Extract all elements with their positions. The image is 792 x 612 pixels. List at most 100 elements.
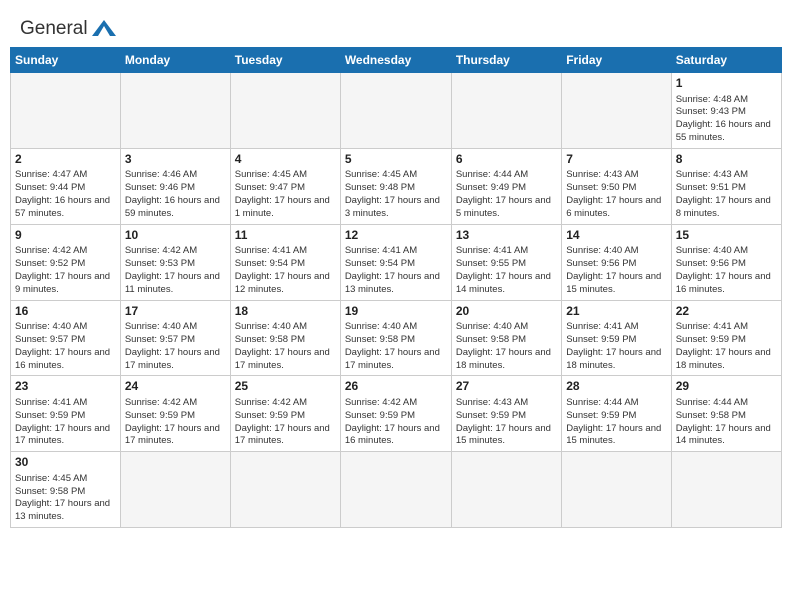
calendar-cell bbox=[230, 73, 340, 149]
day-number: 2 bbox=[15, 152, 116, 168]
weekday-header-wednesday: Wednesday bbox=[340, 48, 451, 73]
day-info: Sunrise: 4:40 AM Sunset: 9:58 PM Dayligh… bbox=[456, 321, 557, 372]
calendar-cell: 7Sunrise: 4:43 AM Sunset: 9:50 PM Daylig… bbox=[562, 148, 671, 224]
calendar-cell: 6Sunrise: 4:44 AM Sunset: 9:49 PM Daylig… bbox=[451, 148, 561, 224]
calendar-week-row: 16Sunrise: 4:40 AM Sunset: 9:57 PM Dayli… bbox=[11, 300, 782, 376]
day-info: Sunrise: 4:40 AM Sunset: 9:56 PM Dayligh… bbox=[676, 245, 777, 296]
day-number: 15 bbox=[676, 228, 777, 244]
day-number: 16 bbox=[15, 304, 116, 320]
day-number: 21 bbox=[566, 304, 666, 320]
day-info: Sunrise: 4:48 AM Sunset: 9:43 PM Dayligh… bbox=[676, 94, 777, 145]
day-number: 27 bbox=[456, 379, 557, 395]
day-info: Sunrise: 4:45 AM Sunset: 9:58 PM Dayligh… bbox=[15, 473, 116, 524]
calendar-cell bbox=[451, 452, 561, 528]
calendar-cell: 1 Sunrise: 4:48 AM Sunset: 9:43 PM Daylig… bbox=[671, 73, 781, 149]
calendar-cell bbox=[562, 452, 671, 528]
calendar-cell: 9Sunrise: 4:42 AM Sunset: 9:52 PM Daylig… bbox=[11, 224, 121, 300]
day-number: 6 bbox=[456, 152, 557, 168]
calendar-cell bbox=[11, 73, 121, 149]
day-number: 30 bbox=[15, 455, 116, 471]
weekday-header-sunday: Sunday bbox=[11, 48, 121, 73]
day-number: 4 bbox=[235, 152, 336, 168]
weekday-header-friday: Friday bbox=[562, 48, 671, 73]
calendar-week-row: 2Sunrise: 4:47 AM Sunset: 9:44 PM Daylig… bbox=[11, 148, 782, 224]
day-info: Sunrise: 4:44 AM Sunset: 9:59 PM Dayligh… bbox=[566, 397, 666, 448]
calendar-cell bbox=[230, 452, 340, 528]
calendar-cell: 8Sunrise: 4:43 AM Sunset: 9:51 PM Daylig… bbox=[671, 148, 781, 224]
day-info: Sunrise: 4:41 AM Sunset: 9:59 PM Dayligh… bbox=[15, 397, 116, 448]
day-info: Sunrise: 4:40 AM Sunset: 9:57 PM Dayligh… bbox=[125, 321, 226, 372]
calendar-cell: 25 Sunrise: 4:42 AM Sunset: 9:59 PM Dayli… bbox=[230, 376, 340, 452]
day-info: Sunrise: 4:42 AM Sunset: 9:53 PM Dayligh… bbox=[125, 245, 226, 296]
calendar-cell bbox=[120, 73, 230, 149]
day-info: Sunrise: 4:40 AM Sunset: 9:58 PM Dayligh… bbox=[235, 321, 336, 372]
day-number: 10 bbox=[125, 228, 226, 244]
day-info: Sunrise: 4:40 AM Sunset: 9:56 PM Dayligh… bbox=[566, 245, 666, 296]
day-number: 7 bbox=[566, 152, 666, 168]
calendar-cell: 18Sunrise: 4:40 AM Sunset: 9:58 PM Dayli… bbox=[230, 300, 340, 376]
calendar-cell: 28Sunrise: 4:44 AM Sunset: 9:59 PM Dayli… bbox=[562, 376, 671, 452]
day-number: 13 bbox=[456, 228, 557, 244]
day-info: Sunrise: 4:44 AM Sunset: 9:58 PM Dayligh… bbox=[676, 397, 777, 448]
day-number: 25 bbox=[235, 379, 336, 395]
calendar-cell: 30 Sunrise: 4:45 AM Sunset: 9:58 PM Dayli… bbox=[11, 452, 121, 528]
calendar-cell: 22Sunrise: 4:41 AM Sunset: 9:59 PM Dayli… bbox=[671, 300, 781, 376]
day-number: 14 bbox=[566, 228, 666, 244]
day-number: 5 bbox=[345, 152, 447, 168]
day-number: 29 bbox=[676, 379, 777, 395]
calendar-cell: 21Sunrise: 4:41 AM Sunset: 9:59 PM Dayli… bbox=[562, 300, 671, 376]
day-number: 9 bbox=[15, 228, 116, 244]
day-info: Sunrise: 4:40 AM Sunset: 9:58 PM Dayligh… bbox=[345, 321, 447, 372]
calendar-cell: 16Sunrise: 4:40 AM Sunset: 9:57 PM Dayli… bbox=[11, 300, 121, 376]
calendar-cell: 2Sunrise: 4:47 AM Sunset: 9:44 PM Daylig… bbox=[11, 148, 121, 224]
calendar-cell: 4Sunrise: 4:45 AM Sunset: 9:47 PM Daylig… bbox=[230, 148, 340, 224]
calendar-cell: 10Sunrise: 4:42 AM Sunset: 9:53 PM Dayli… bbox=[120, 224, 230, 300]
day-number: 8 bbox=[676, 152, 777, 168]
day-number: 1 bbox=[676, 76, 777, 92]
calendar-cell: 12Sunrise: 4:41 AM Sunset: 9:54 PM Dayli… bbox=[340, 224, 451, 300]
day-info: Sunrise: 4:41 AM Sunset: 9:54 PM Dayligh… bbox=[345, 245, 447, 296]
day-info: Sunrise: 4:43 AM Sunset: 9:51 PM Dayligh… bbox=[676, 169, 777, 220]
calendar-cell: 27 Sunrise: 4:43 AM Sunset: 9:59 PM Dayli… bbox=[451, 376, 561, 452]
day-info: Sunrise: 4:44 AM Sunset: 9:49 PM Dayligh… bbox=[456, 169, 557, 220]
calendar-cell: 23 Sunrise: 4:41 AM Sunset: 9:59 PM Dayli… bbox=[11, 376, 121, 452]
page-header: General bbox=[10, 10, 782, 41]
day-info: Sunrise: 4:43 AM Sunset: 9:50 PM Dayligh… bbox=[566, 169, 666, 220]
day-info: Sunrise: 4:43 AM Sunset: 9:59 PM Dayligh… bbox=[456, 397, 557, 448]
calendar-cell: 14Sunrise: 4:40 AM Sunset: 9:56 PM Dayli… bbox=[562, 224, 671, 300]
day-number: 24 bbox=[125, 379, 226, 395]
day-number: 22 bbox=[676, 304, 777, 320]
day-number: 20 bbox=[456, 304, 557, 320]
day-number: 17 bbox=[125, 304, 226, 320]
calendar-cell: 11Sunrise: 4:41 AM Sunset: 9:54 PM Dayli… bbox=[230, 224, 340, 300]
calendar-table: SundayMondayTuesdayWednesdayThursdayFrid… bbox=[10, 47, 782, 528]
calendar-cell: 3Sunrise: 4:46 AM Sunset: 9:46 PM Daylig… bbox=[120, 148, 230, 224]
calendar-cell: 19Sunrise: 4:40 AM Sunset: 9:58 PM Dayli… bbox=[340, 300, 451, 376]
day-info: Sunrise: 4:47 AM Sunset: 9:44 PM Dayligh… bbox=[15, 169, 116, 220]
weekday-header-monday: Monday bbox=[120, 48, 230, 73]
day-info: Sunrise: 4:41 AM Sunset: 9:55 PM Dayligh… bbox=[456, 245, 557, 296]
calendar-cell bbox=[671, 452, 781, 528]
logo-icon bbox=[90, 18, 118, 40]
calendar-cell bbox=[562, 73, 671, 149]
day-info: Sunrise: 4:46 AM Sunset: 9:46 PM Dayligh… bbox=[125, 169, 226, 220]
calendar-cell: 5Sunrise: 4:45 AM Sunset: 9:48 PM Daylig… bbox=[340, 148, 451, 224]
day-info: Sunrise: 4:42 AM Sunset: 9:59 PM Dayligh… bbox=[235, 397, 336, 448]
day-number: 23 bbox=[15, 379, 116, 395]
calendar-week-row: 1 Sunrise: 4:48 AM Sunset: 9:43 PM Daylig… bbox=[11, 73, 782, 149]
day-info: Sunrise: 4:41 AM Sunset: 9:59 PM Dayligh… bbox=[566, 321, 666, 372]
calendar-cell: 17Sunrise: 4:40 AM Sunset: 9:57 PM Dayli… bbox=[120, 300, 230, 376]
calendar-cell: 24Sunrise: 4:42 AM Sunset: 9:59 PM Dayli… bbox=[120, 376, 230, 452]
day-info: Sunrise: 4:40 AM Sunset: 9:57 PM Dayligh… bbox=[15, 321, 116, 372]
day-number: 19 bbox=[345, 304, 447, 320]
calendar-week-row: 30 Sunrise: 4:45 AM Sunset: 9:58 PM Dayli… bbox=[11, 452, 782, 528]
day-number: 26 bbox=[345, 379, 447, 395]
day-info: Sunrise: 4:41 AM Sunset: 9:54 PM Dayligh… bbox=[235, 245, 336, 296]
calendar-cell: 29 Sunrise: 4:44 AM Sunset: 9:58 PM Dayli… bbox=[671, 376, 781, 452]
calendar-cell bbox=[340, 73, 451, 149]
calendar-cell: 13Sunrise: 4:41 AM Sunset: 9:55 PM Dayli… bbox=[451, 224, 561, 300]
weekday-header-saturday: Saturday bbox=[671, 48, 781, 73]
calendar-cell: 20Sunrise: 4:40 AM Sunset: 9:58 PM Dayli… bbox=[451, 300, 561, 376]
day-number: 18 bbox=[235, 304, 336, 320]
weekday-header-thursday: Thursday bbox=[451, 48, 561, 73]
